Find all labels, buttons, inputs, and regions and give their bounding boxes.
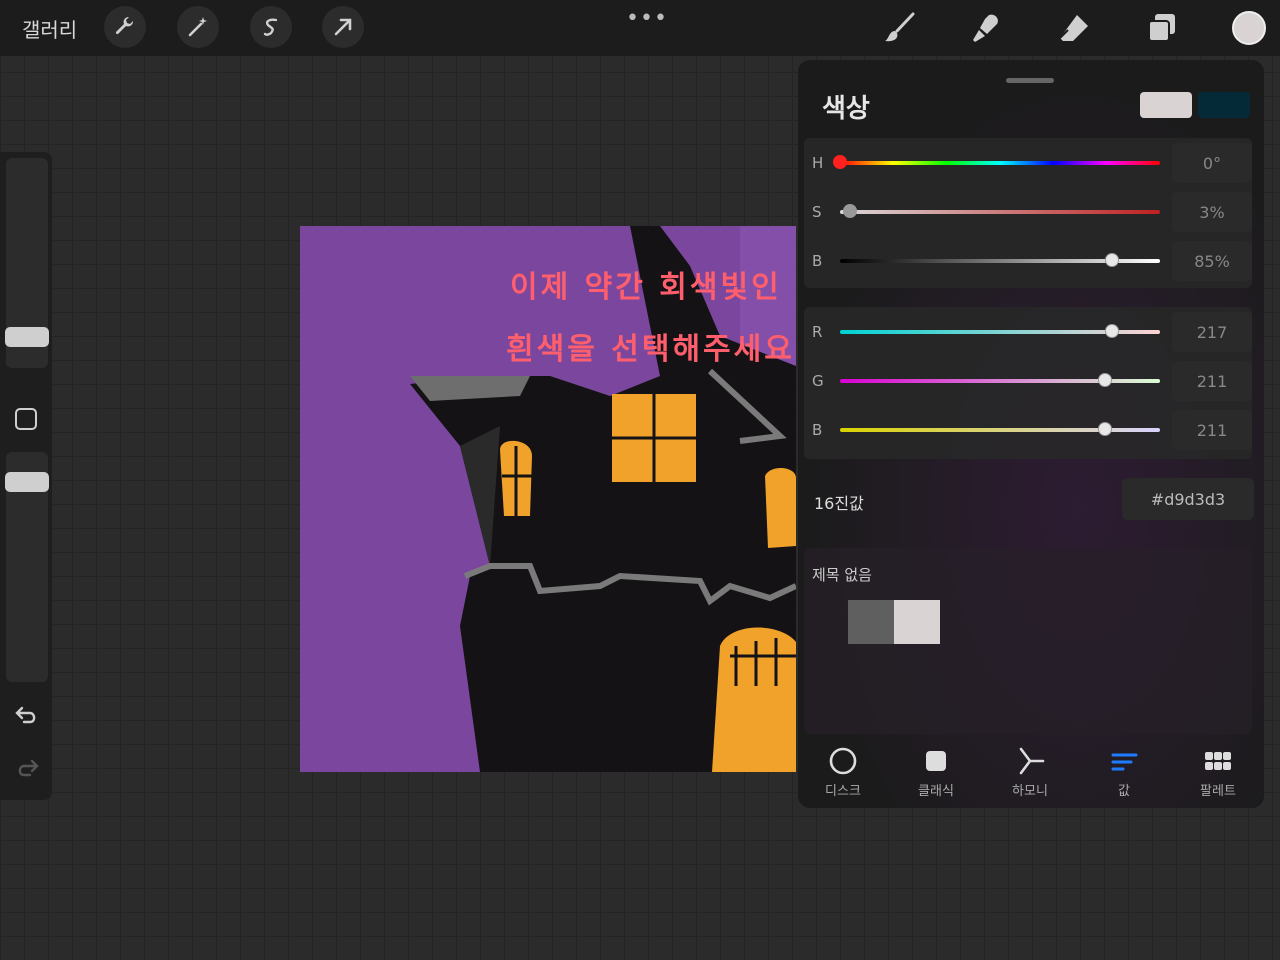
haunted-castle-illustration — [410, 226, 796, 772]
top-toolbar: 갤러리 ••• — [0, 0, 1280, 56]
layers-button[interactable] — [1144, 10, 1180, 46]
green-thumb[interactable] — [1097, 373, 1112, 387]
hue-label: H — [812, 154, 824, 172]
blue-label: B — [812, 421, 823, 439]
left-sidebar — [0, 152, 52, 800]
more-options-button[interactable]: ••• — [626, 6, 668, 31]
harmony-icon — [1019, 747, 1045, 775]
brush-size-handle[interactable] — [5, 327, 49, 347]
adjustments-button[interactable] — [177, 6, 219, 48]
color-panel: 색상 H 0° S 3% B 85% R 217 G 211 B 211 16진… — [798, 60, 1264, 808]
brightness-value[interactable]: 85% — [1172, 241, 1252, 281]
brightness-row: B 85% — [804, 238, 1252, 284]
selection-button[interactable] — [250, 6, 292, 48]
layers-icon — [1148, 14, 1175, 42]
modify-button[interactable] — [15, 408, 37, 430]
green-slider[interactable] — [840, 379, 1160, 383]
red-row: R 217 — [804, 309, 1252, 355]
tab-disc[interactable]: 디스크 — [803, 746, 883, 806]
blue-value[interactable]: 211 — [1172, 410, 1252, 450]
saturation-value[interactable]: 3% — [1172, 192, 1252, 232]
tab-harmony[interactable]: 하모니 — [990, 746, 1070, 806]
brush-icon — [885, 12, 915, 42]
eraser-icon — [1059, 15, 1088, 41]
opacity-handle[interactable] — [5, 472, 49, 492]
instruction-text-line-1: 이제 약간 회색빛인 — [510, 270, 782, 305]
drawing-canvas[interactable]: 이제 약간 회색빛인 흰색을 선택해주세요. — [300, 226, 796, 772]
tab-harmony-label: 하모니 — [1012, 784, 1048, 799]
tab-palette-label: 팔레트 — [1200, 784, 1236, 799]
green-label: G — [812, 372, 824, 390]
tab-palette[interactable]: 팔레트 — [1178, 746, 1258, 806]
blue-thumb[interactable] — [1097, 422, 1112, 436]
palette-swatch-1[interactable] — [848, 600, 894, 644]
hex-label: 16진값 — [814, 494, 864, 513]
redo-icon[interactable] — [14, 755, 40, 781]
tab-disc-label: 디스크 — [825, 784, 861, 799]
color-mode-tabs: 디스크 클래식 하모니 값 팔레트 — [798, 746, 1264, 808]
gallery-button[interactable]: 갤러리 — [22, 14, 77, 43]
palette-swatch-2[interactable] — [894, 600, 940, 644]
palette-name[interactable]: 제목 없음 — [812, 564, 872, 585]
palette-area: 제목 없음 — [804, 548, 1252, 734]
secondary-color-swatch[interactable] — [1198, 92, 1250, 118]
brightness-thumb[interactable] — [1105, 253, 1119, 267]
tab-value[interactable]: 값 — [1084, 746, 1164, 806]
tab-classic[interactable]: 클래식 — [896, 746, 976, 806]
saturation-slider[interactable] — [840, 210, 1160, 214]
tab-classic-label: 클래식 — [918, 784, 954, 799]
saturation-row: S 3% — [804, 189, 1252, 235]
green-value[interactable]: 211 — [1172, 361, 1252, 401]
eraser-button[interactable] — [1056, 10, 1092, 46]
brightness-label: B — [812, 252, 823, 270]
transform-arrow-icon — [334, 18, 352, 36]
selection-icon — [263, 18, 278, 36]
wrench-icon — [115, 16, 134, 35]
brush-button[interactable] — [882, 10, 918, 46]
saturation-label: S — [812, 203, 822, 221]
transform-button[interactable] — [322, 6, 364, 48]
panel-grabber[interactable] — [1006, 78, 1054, 83]
saturation-thumb[interactable] — [842, 204, 857, 218]
tab-value-label: 값 — [1118, 784, 1130, 799]
hue-thumb[interactable] — [833, 155, 847, 169]
palette-grid-icon — [1205, 752, 1231, 770]
green-row: G 211 — [804, 358, 1252, 404]
hue-slider[interactable] — [840, 161, 1160, 165]
value-sliders-icon — [1111, 753, 1138, 771]
hue-row: H 0° — [804, 140, 1252, 186]
smudge-icon — [973, 14, 998, 42]
hex-input[interactable]: #d9d3d3 — [1122, 478, 1254, 520]
smudge-button[interactable] — [968, 10, 1004, 46]
hsb-sliders-group: H 0° S 3% B 85% — [804, 138, 1252, 288]
primary-color-swatch[interactable] — [1140, 92, 1192, 118]
disc-icon — [829, 747, 857, 775]
rgb-sliders-group: R 217 G 211 B 211 — [804, 307, 1252, 459]
blue-row: B 211 — [804, 407, 1252, 453]
hue-value[interactable]: 0° — [1172, 143, 1252, 183]
undo-icon[interactable] — [14, 702, 40, 728]
red-thumb[interactable] — [1105, 324, 1120, 338]
actions-button[interactable] — [104, 6, 146, 48]
instruction-text-line-2: 흰색을 선택해주세요. — [506, 332, 796, 367]
magic-wand-icon — [188, 17, 207, 37]
classic-square-icon — [926, 751, 946, 771]
blue-slider[interactable] — [840, 428, 1160, 432]
panel-title: 색상 — [822, 94, 870, 124]
red-value[interactable]: 217 — [1172, 312, 1252, 352]
red-label: R — [812, 323, 823, 341]
current-color-button[interactable] — [1232, 11, 1266, 45]
